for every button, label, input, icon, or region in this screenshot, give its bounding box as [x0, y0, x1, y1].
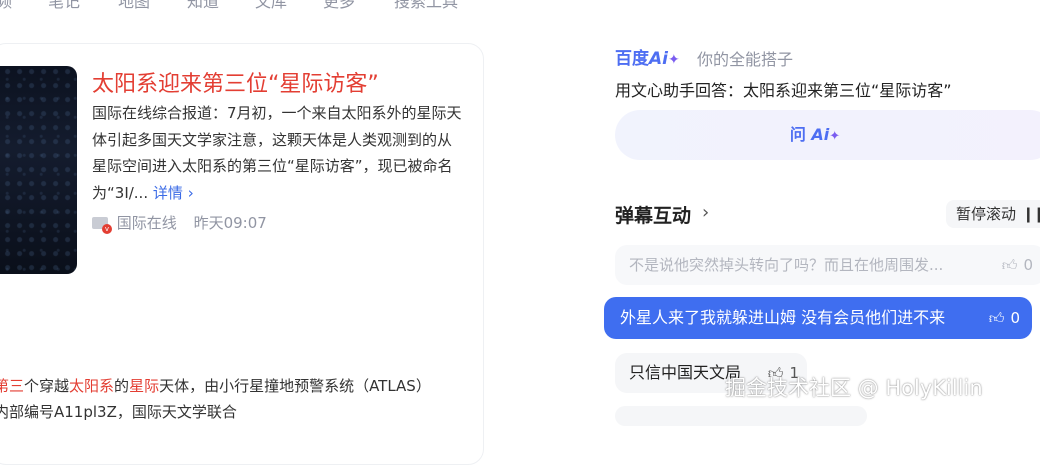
like-button[interactable]: 👍︎ 0 [989, 297, 1020, 339]
nav-item-search-tools[interactable]: 搜索工具 [394, 0, 458, 12]
danmaku-title[interactable]: 弹幕互动 [615, 201, 691, 228]
nav-item-video[interactable]: 频 [0, 0, 12, 12]
pause-scroll-button[interactable]: 暂停滚动 ❙❙ [946, 200, 1040, 228]
thumbs-up-icon: 👍︎ [988, 309, 1005, 327]
news-source[interactable]: 国际在线 [117, 214, 177, 232]
danmaku-item-active[interactable]: 外星人来了我就躲进山姆 没有会员他们进不来 👍︎ 0 [604, 297, 1032, 339]
news-thumbnail[interactable] [0, 66, 77, 274]
news-snippet: 第三个穿越太阳系的星际天体，由小行星撞地预警系统（ATLAS） 内部编号A11p… [0, 377, 431, 421]
thumbs-up-icon: 👍︎ [1001, 256, 1018, 274]
news-summary-text: 国际在线综合报道：7月初，一个来自太阳系外的星际天体引起多国天文学家注意，这颗天… [92, 104, 462, 202]
watermark: 掘金技术社区 @ HolyKillin [725, 376, 983, 400]
ai-question[interactable]: 用文心助手回答：太阳系迎来第三位“星际访客” [615, 77, 952, 101]
sparkle-icon: ✦ [667, 52, 680, 68]
pause-icon: ❙❙ [1022, 205, 1040, 223]
chevron-right-icon: › [187, 183, 194, 202]
source-logo-icon: v [92, 217, 112, 234]
sparkle-icon: ✦ [829, 129, 841, 144]
nav-item-more[interactable]: 更多 [323, 0, 355, 12]
nav-item-wenku[interactable]: 文库 [255, 0, 287, 12]
ask-ai-button[interactable]: 问 Ai✦ [615, 110, 1040, 160]
nav-item-notes[interactable]: 笔记 [48, 0, 80, 12]
news-source-row: v 国际在线 昨天09:07 [92, 212, 267, 234]
danmaku-item[interactable]: 不是说他突然掉头转向了吗？而且在他周围发... 👍︎ 0 [615, 245, 1040, 285]
news-summary: 国际在线综合报道：7月初，一个来自太阳系外的星际天体引起多国天文学家注意，这颗天… [92, 100, 464, 206]
nav-item-map[interactable]: 地图 [118, 0, 150, 12]
like-button[interactable]: 👍︎ 0 [1002, 245, 1033, 285]
news-time: 昨天09:07 [193, 214, 267, 232]
news-title[interactable]: 太阳系迎来第三位“星际访客” [92, 66, 379, 98]
nav-item-zhidao[interactable]: 知道 [187, 0, 219, 12]
news-more-link[interactable]: 详情 › [153, 184, 194, 202]
baidu-ai-logo: 百度Ai✦ [615, 49, 680, 69]
verified-badge-icon: v [102, 224, 112, 234]
chevron-right-icon[interactable]: › [702, 202, 709, 223]
danmaku-item[interactable] [615, 406, 867, 426]
ai-tagline: 你的全能搭子 [697, 50, 794, 69]
